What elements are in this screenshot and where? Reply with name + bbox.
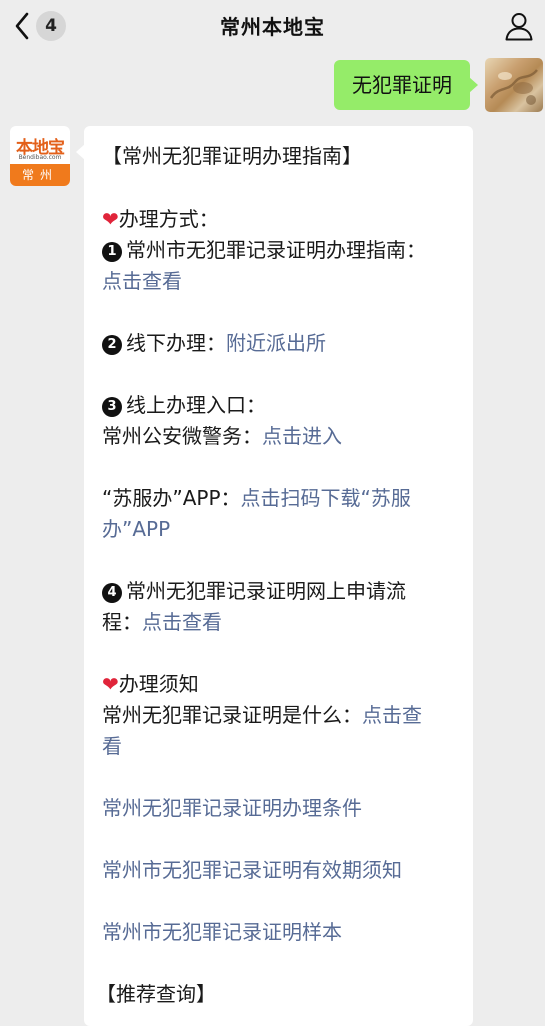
list-item-4-cont: 程：点击查看 [102,610,222,634]
app-download-link-cont[interactable]: 办”APP [102,517,170,541]
list-item-3-app-row: “苏服办”APP：点击扫码下载“苏服 [102,486,411,510]
account-avatar[interactable]: 本地宝 Bendibao.com 常州 [10,126,70,186]
list-item-3-police-row: 常州公安微警务：点击进入 [102,424,342,448]
profile-button[interactable] [503,10,535,42]
notice-item-1: 常州无犯罪记录证明是什么：点击查 [102,703,422,727]
list-item-2: 2 线下办理：附近派出所 [102,328,462,359]
navigation-bar: 4 常州本地宝 [0,0,545,52]
section-heading-methods: ❤办理方式： [102,207,219,231]
what-is-certificate-link[interactable]: 点击查 [362,703,422,727]
message-title: 【常州无犯罪证明办理指南】 [102,144,362,168]
nearby-police-station-link[interactable]: 附近派出所 [226,331,326,355]
logo-url-text: Bendibao.com [18,154,62,161]
recommend-heading: 【推荐查询】 [96,982,216,1006]
section-heading-notice: ❤办理须知 [102,672,199,696]
validity-link[interactable]: 常州市无犯罪记录证明有效期须知 [102,858,402,882]
conditions-link[interactable]: 常州无犯罪记录证明办理条件 [102,796,362,820]
notice-item-4: 常州市无犯罪记录证明样本 [102,917,462,948]
notice-item-2: 常州无犯罪记录证明办理条件 [102,793,462,824]
number-badge-1: 1 [102,242,122,262]
police-micro-service-link[interactable]: 点击进入 [262,424,342,448]
logo-city-label: 常州 [10,164,70,186]
heart-icon: ❤ [102,672,119,696]
list-item-3-app-row-cont: 办”APP [102,514,462,545]
outgoing-message-row: 无犯罪证明 [0,58,545,112]
notice-item-3: 常州市无犯罪记录证明有效期须知 [102,855,462,886]
number-badge-2: 2 [102,335,122,355]
list-item-1-link-row: 点击查看 [102,266,462,297]
guide-link[interactable]: 点击查看 [102,269,182,293]
list-item-4: 4 常州无犯罪记录证明网上申请流 [102,576,462,607]
number-badge-4: 4 [102,583,122,603]
online-process-link[interactable]: 点击查看 [142,610,222,634]
person-icon [505,13,533,41]
list-item-1: 1 常州市无犯罪记录证明办理指南： [102,235,462,266]
app-download-link[interactable]: 点击扫码下载“苏服 [241,486,411,510]
what-is-certificate-link-cont[interactable]: 看 [102,734,122,758]
sample-link[interactable]: 常州市无犯罪记录证明样本 [102,920,342,944]
heart-icon: ❤ [102,207,119,231]
number-badge-3: 3 [102,397,122,417]
incoming-message-bubble: 【常州无犯罪证明办理指南】 ❤办理方式： 1 常州市无犯罪记录证明办理指南： 点击… [76,126,473,1026]
chat-title: 常州本地宝 [220,15,325,39]
notice-item-1-cont: 看 [102,731,462,762]
outgoing-message-bubble[interactable]: 无犯罪证明 [334,60,478,110]
user-avatar-image [489,69,538,105]
user-avatar[interactable] [485,58,543,112]
list-item-3: 3 线上办理入口： [102,390,462,421]
